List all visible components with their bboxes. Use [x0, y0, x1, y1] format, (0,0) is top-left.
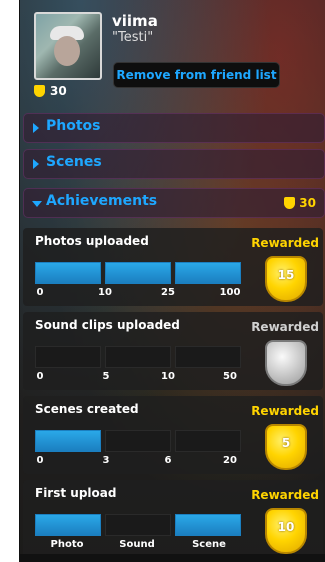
tick-label: 10: [98, 287, 112, 298]
profile-header: viima "Testi" Remove from friend list 30: [20, 0, 325, 108]
achievement-status: Rewarded: [251, 488, 319, 502]
avatar: [34, 12, 102, 80]
panel-footer: [20, 554, 325, 562]
achievement-photos-uploaded: Photos uploaded Rewarded 0 10 25 100 15: [23, 228, 323, 306]
remove-friend-button[interactable]: Remove from friend list: [113, 62, 280, 88]
tick-label: 0: [36, 371, 44, 382]
user-status: "Testi": [112, 30, 154, 45]
tick-label: Sound: [119, 539, 155, 550]
achievement-first-upload: First upload Rewarded Photo Sound Scene …: [23, 480, 323, 558]
tick-label: 100: [219, 287, 241, 298]
tick-label: 10: [161, 371, 175, 382]
section-achievements[interactable]: Achievements 30: [23, 188, 325, 218]
points-badge: 30: [34, 84, 67, 98]
tick-label: 20: [223, 455, 237, 466]
progress-segment: [175, 262, 241, 284]
progress-segment: [35, 262, 101, 284]
progress-segment: [105, 514, 171, 536]
progress-segment: [105, 346, 171, 368]
progress-segment: [175, 346, 241, 368]
achievement-status: Rewarded: [251, 320, 319, 334]
achievement-title: First upload: [35, 486, 117, 500]
tick-label: 5: [102, 371, 110, 382]
reward-badge: [265, 340, 307, 386]
achievement-status: Rewarded: [251, 404, 319, 418]
tick-label: Photo: [50, 539, 84, 550]
tick-label: 0: [36, 455, 44, 466]
points-value: 30: [50, 84, 67, 98]
badge-value: 5: [281, 436, 291, 450]
badge-value: 15: [277, 268, 295, 282]
badge-value: 10: [277, 520, 295, 534]
progress-segment: [35, 430, 101, 452]
shield-icon: [284, 197, 296, 209]
section-photos[interactable]: Photos: [23, 113, 325, 143]
section-achievements-label: Achievements: [46, 193, 158, 209]
tick-label: 0: [36, 287, 44, 298]
reward-badge: 15: [265, 256, 307, 302]
achievement-sound-clips-uploaded: Sound clips uploaded Rewarded 0 5 10 50: [23, 312, 323, 390]
username: viima: [112, 12, 158, 30]
achievements-points-value: 30: [299, 196, 316, 210]
chevron-right-icon: [33, 159, 39, 169]
tick-label: Scene: [192, 539, 226, 550]
tick-label: 6: [164, 455, 172, 466]
progress-segment: [35, 346, 101, 368]
achievement-scenes-created: Scenes created Rewarded 0 3 6 20 5: [23, 396, 323, 474]
section-scenes-label: Scenes: [46, 154, 102, 170]
achievement-title: Photos uploaded: [35, 234, 149, 248]
achievement-title: Sound clips uploaded: [35, 318, 180, 332]
progress-segment: [105, 430, 171, 452]
chevron-down-icon: [32, 201, 42, 207]
achievement-title: Scenes created: [35, 402, 139, 416]
shield-icon: [34, 85, 45, 97]
achievement-status: Rewarded: [251, 236, 319, 250]
tick-label: 50: [223, 371, 237, 382]
progress-segment: [175, 430, 241, 452]
avatar-face: [54, 36, 80, 66]
progress-segment: [35, 514, 101, 536]
achievements-points: 30: [284, 196, 316, 210]
tick-label: 3: [102, 455, 110, 466]
progress-segment: [105, 262, 171, 284]
tick-label: 25: [161, 287, 175, 298]
progress-segment: [175, 514, 241, 536]
reward-badge: 10: [265, 508, 307, 554]
section-scenes[interactable]: Scenes: [23, 149, 325, 179]
reward-badge: 5: [265, 424, 307, 470]
friend-profile-panel: viima "Testi" Remove from friend list 30…: [19, 0, 325, 562]
chevron-right-icon: [33, 123, 39, 133]
section-photos-label: Photos: [46, 118, 101, 134]
